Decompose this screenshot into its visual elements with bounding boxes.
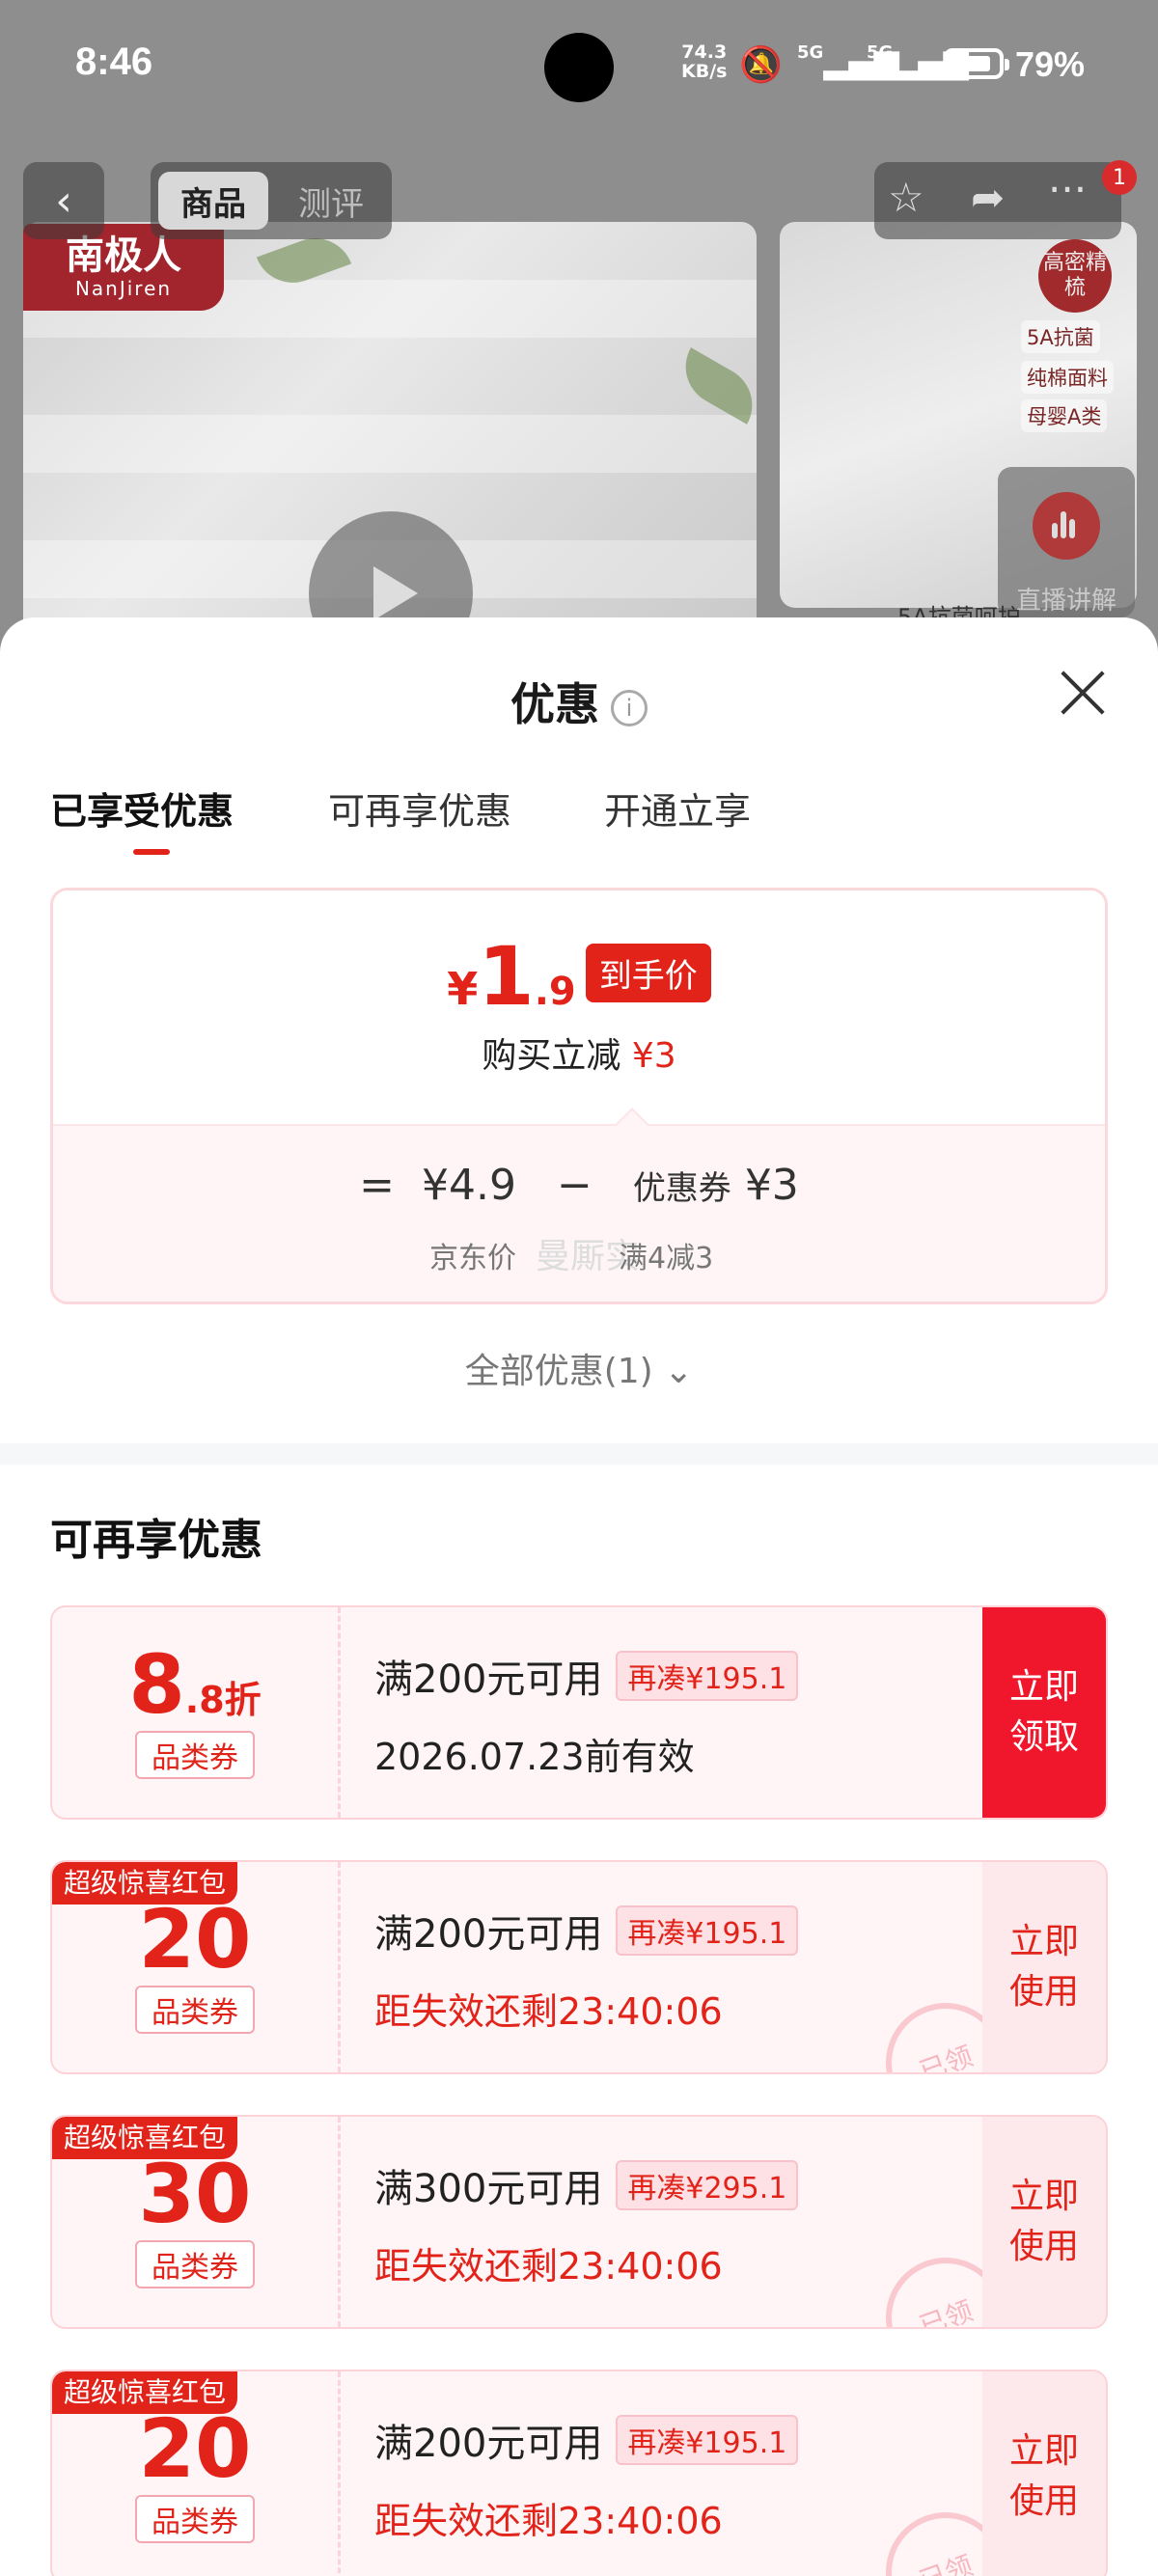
tab-enjoyed[interactable]: 已享受优惠 bbox=[50, 781, 234, 835]
status-bar: 8:46 74.3 KB/s 🔕 5G▂▄▆ 5G▂▄▆ 79% bbox=[0, 0, 1158, 135]
coupon-condition: 满300元可用 再凑¥295.1 bbox=[374, 2157, 799, 2213]
coupon-amount: 20 bbox=[138, 2401, 252, 2496]
battery-level: 79% bbox=[1015, 44, 1086, 84]
clock: 8:46 bbox=[75, 41, 153, 83]
coupon-remaining-tag: 再凑¥195.1 bbox=[616, 2415, 799, 2465]
coupon-condition: 满200元可用 再凑¥195.1 bbox=[374, 2412, 799, 2468]
feature-tag: 5A抗菌 bbox=[1021, 320, 1100, 353]
coupon-card: 超级惊喜红包 30 品类券 满300元可用 再凑¥295.1 距失效还剩23:40… bbox=[50, 2115, 1108, 2329]
close-icon[interactable] bbox=[1058, 668, 1108, 718]
feature-tag: 母婴A类 bbox=[1021, 399, 1108, 432]
all-promotions-link[interactable]: 全部优惠(1) ⌄ bbox=[0, 1343, 1158, 1393]
base-price-label: 京东价 bbox=[429, 1242, 516, 1275]
coupon-validity: 2026.07.23前有效 bbox=[374, 1736, 695, 1778]
tab-activate[interactable]: 开通立享 bbox=[604, 781, 751, 835]
page-tabs: 商品 测评 bbox=[151, 162, 392, 239]
sheet-title: 优惠 i bbox=[0, 670, 1158, 733]
product-badge: 高密精梳 bbox=[1038, 239, 1112, 313]
coupon-card: 8.8折 品类券 满200元可用 再凑¥195.1 2026.07.23前有效 立… bbox=[50, 1605, 1108, 1820]
tab-indicator bbox=[133, 849, 170, 855]
price-breakdown: = ¥4.9 − 优惠券 ¥3 曼厮实 京东价 满4减3 bbox=[53, 1108, 1105, 1302]
section-title: 可再享优惠 bbox=[50, 1516, 262, 1565]
coupon-amount: 8.8折 bbox=[128, 1637, 262, 1732]
promo-tabs: 已享受优惠 可再享优惠 开通立享 bbox=[0, 781, 1158, 859]
tab-review[interactable]: 测评 bbox=[276, 172, 386, 230]
notification-badge: 1 bbox=[1102, 160, 1137, 195]
coupon-category: 品类券 bbox=[135, 1986, 255, 2034]
final-price-tag: 到手价 bbox=[585, 944, 711, 1002]
promotions-sheet: 优惠 i 已享受优惠 可再享优惠 开通立享 ¥1.9 到手价 购买立减 ¥3 = ¥… bbox=[0, 617, 1158, 2576]
claim-coupon-button[interactable]: 立即 领取 bbox=[982, 1607, 1106, 1818]
front-camera bbox=[544, 33, 614, 102]
mute-bell-icon: 🔕 bbox=[739, 45, 783, 85]
network-speed: 74.3 KB/s bbox=[681, 41, 728, 82]
coupon-remaining-tag: 再凑¥195.1 bbox=[616, 1651, 799, 1701]
coupon-countdown: 距失效还剩23:40:06 bbox=[374, 2500, 723, 2542]
use-coupon-button[interactable]: 立即 使用 bbox=[982, 2371, 1106, 2576]
final-price: ¥1.9 到手价 bbox=[53, 929, 1105, 1024]
share-icon[interactable]: ➦ bbox=[971, 174, 1005, 221]
tab-additional[interactable]: 可再享优惠 bbox=[328, 781, 511, 835]
coupon-category: 品类券 bbox=[135, 2495, 255, 2543]
coupon-card: 超级惊喜红包 20 品类券 满200元可用 再凑¥195.1 距失效还剩23:40… bbox=[50, 1860, 1108, 2074]
chevron-left-icon: ‹ bbox=[55, 176, 72, 226]
coupon-category: 品类券 bbox=[135, 1731, 255, 1779]
coupon-card: 超级惊喜红包 20 品类券 满200元可用 再凑¥195.1 距失效还剩23:40… bbox=[50, 2370, 1108, 2576]
coupon-condition: 满200元可用 再凑¥195.1 bbox=[374, 1903, 799, 1959]
coupon-countdown: 距失效还剩23:40:06 bbox=[374, 2245, 723, 2288]
top-actions: ☆ ➦ ··· bbox=[874, 162, 1121, 239]
coupon-category: 品类券 bbox=[135, 2240, 255, 2288]
live-explain-button[interactable]: 直播讲解 bbox=[998, 467, 1135, 617]
coupon-remaining-tag: 再凑¥295.1 bbox=[616, 2160, 799, 2210]
price-formula: = ¥4.9 − 优惠券 ¥3 bbox=[359, 1161, 799, 1210]
battery-icon bbox=[944, 48, 1009, 79]
play-icon bbox=[373, 566, 418, 620]
info-icon[interactable]: i bbox=[611, 689, 648, 726]
star-icon[interactable]: ☆ bbox=[888, 174, 924, 221]
price-card: ¥1.9 到手价 购买立减 ¥3 = ¥4.9 − 优惠券 ¥3 曼厮实 京东价 … bbox=[50, 888, 1108, 1304]
live-icon bbox=[1052, 511, 1081, 542]
chevron-down-icon: ⌄ bbox=[664, 1352, 694, 1391]
coupon-rule-label: 满4减3 bbox=[619, 1242, 714, 1275]
feature-tag: 纯棉面料 bbox=[1021, 361, 1114, 394]
coupon-amount: 30 bbox=[138, 2147, 252, 2241]
coupon-countdown: 距失效还剩23:40:06 bbox=[374, 1990, 723, 2033]
use-coupon-button[interactable]: 立即 使用 bbox=[982, 2117, 1106, 2327]
instant-discount: 购买立减 ¥3 bbox=[482, 1036, 676, 1076]
tab-product[interactable]: 商品 bbox=[158, 172, 268, 230]
coupon-condition: 满200元可用 再凑¥195.1 bbox=[374, 1648, 799, 1704]
coupon-remaining-tag: 再凑¥195.1 bbox=[616, 1905, 799, 1956]
back-button[interactable]: ‹ bbox=[23, 162, 104, 239]
use-coupon-button[interactable]: 立即 使用 bbox=[982, 1862, 1106, 2072]
section-divider bbox=[0, 1443, 1158, 1465]
more-icon[interactable]: ··· bbox=[1048, 166, 1087, 213]
coupon-amount: 20 bbox=[138, 1892, 252, 1987]
